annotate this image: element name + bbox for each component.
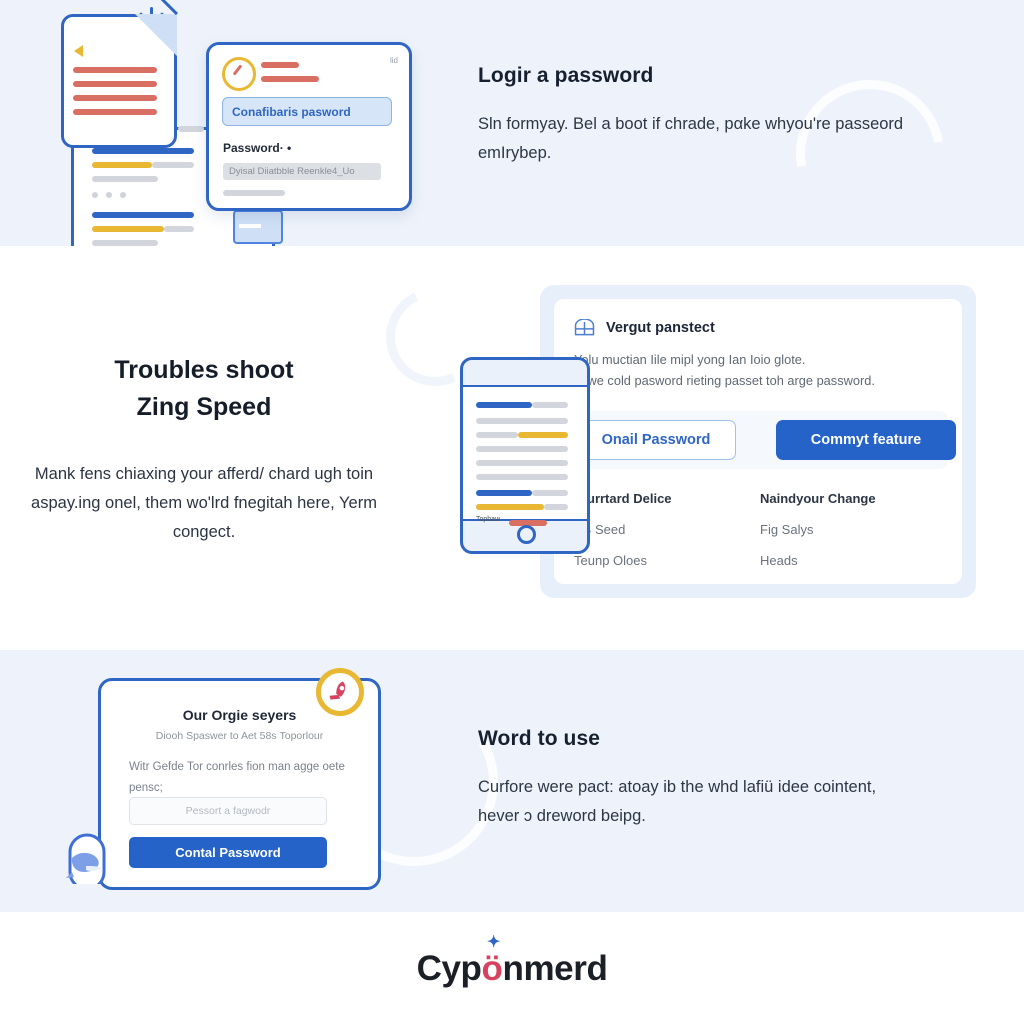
- password-label: Password· •: [223, 141, 292, 155]
- section-1-body: Sln formyay. Bel a boot if chrade, pαke …: [478, 115, 904, 162]
- illustration-password-document: lid Conafibaris pasword Password· • Dyis…: [58, 0, 428, 265]
- arch-box-icon: [574, 319, 595, 336]
- change-password-input[interactable]: Pessort a fagwodr: [129, 797, 327, 825]
- change-password-paragraph: Witr Gefde Tor conrles fion man agge oet…: [129, 761, 345, 794]
- change-password-subtitle: Diooh Spaswer to Aet 58ѕ Toporlour: [155, 730, 324, 742]
- section-3-heading: Word to use: [478, 727, 601, 750]
- password-form-card: lid Conafibaris pasword Password· • Dyis…: [206, 42, 412, 211]
- feature-panel-body-line-1: Yolu muctian Iile mipl yong Ian Ioio glo…: [574, 352, 806, 367]
- spark-icon: ✦: [486, 934, 500, 951]
- feature-panel-header: Vergut panstect: [574, 319, 715, 336]
- section-3-text: Word to use Curfore were pact: atoay ib …: [478, 727, 918, 831]
- illustration-change-password: Our Orgie seyers Diooh Spaswer to Aet 58…: [60, 668, 382, 900]
- page-root: lid Conafibaris pasword Password· • Dyis…: [0, 0, 1024, 1024]
- phone-home-button[interactable]: [517, 525, 536, 544]
- onal-password-button[interactable]: Onаil Password: [576, 420, 736, 460]
- section-1-text: Logir a password Sln formyay. Bel a boot…: [478, 64, 916, 168]
- feature-column-2-item-2[interactable]: Heads: [760, 553, 946, 568]
- section-2-heading-line-2: Zing Speed: [136, 393, 272, 421]
- feature-column-1: Sturrtard Delice AB Seed Teunp Oloes: [574, 491, 760, 584]
- document-front-page: [61, 0, 178, 148]
- section-1-heading: Logir a password: [478, 64, 654, 87]
- illustration-phone: Topbaw: [460, 357, 590, 554]
- section-3-body: Curfore were pact: atoay ib the whd lafi…: [478, 778, 877, 825]
- password-hint-text: Dyisal Diiatbble Reenkle4_Uo: [223, 163, 381, 180]
- phone-screen-caption: Topbaw: [476, 516, 501, 523]
- rocket-icon: [329, 681, 346, 700]
- phone-screen: Topbaw: [463, 385, 587, 526]
- feature-panel: Vergut panstect Yolu muctian Iile mipl y…: [540, 285, 976, 598]
- card-badge-text: lid: [389, 56, 398, 65]
- feature-column-1-item-1[interactable]: AB Seed: [574, 522, 760, 537]
- strength-gauge-icon: [222, 57, 256, 91]
- feature-panel-body-line-2: le we cold pasword rieting passet toh ar…: [574, 373, 875, 388]
- commit-feature-button[interactable]: Commyt feature: [776, 420, 956, 460]
- feature-panel-button-bar: Onаil Password Commyt feature: [568, 411, 956, 469]
- section-2-body: Mank fens chiaxing your afferd/ chard ug…: [31, 465, 377, 541]
- brand-logo-accent-letter: ö ✦: [481, 935, 503, 989]
- brand-logo-part-1: Cyp: [416, 949, 482, 988]
- feature-panel-inner: Vergut panstect Yolu muctian Iile mipl y…: [554, 299, 962, 584]
- bookmark-icon: [74, 45, 83, 57]
- brand-logo-accent-glyph: ö: [481, 949, 503, 988]
- confirm-password-field[interactable]: Conafibaris pasword: [222, 97, 392, 126]
- brand-logo: Cypö ✦ nmerd: [0, 935, 1024, 989]
- feature-column-1-header: Sturrtard Delice: [574, 491, 672, 506]
- feature-column-2-header: Naindyour Change: [760, 491, 876, 506]
- feature-panel-columns: Sturrtard Delice AB Seed Teunp Oloes Nai…: [574, 491, 946, 584]
- rocket-badge: [316, 668, 364, 716]
- credit-card-icon: [233, 210, 283, 244]
- feature-column-2: Naindyour Change Fig Salys Heads: [760, 491, 946, 584]
- section-2-text: Troubles shoot Zing Speed Mank fens chia…: [24, 352, 384, 547]
- section-2-heading: Troubles shoot Zing Speed: [24, 352, 384, 426]
- feature-panel-title: Vergut panstect: [606, 319, 715, 336]
- page-fold-corner: [135, 14, 177, 56]
- brand-logo-part-2: nmerd: [502, 949, 608, 988]
- feature-column-2-item-1[interactable]: Fig Salys: [760, 522, 946, 537]
- contal-password-button[interactable]: Contal Password: [129, 837, 327, 868]
- section-2-heading-line-1: Troubles shoot: [114, 356, 294, 384]
- bird-mascot: [60, 822, 124, 891]
- feature-column-1-item-2[interactable]: Teunp Oloes: [574, 553, 760, 568]
- feature-panel-body: Yolu muctian Iile mipl yong Ian Ioio glo…: [574, 349, 946, 391]
